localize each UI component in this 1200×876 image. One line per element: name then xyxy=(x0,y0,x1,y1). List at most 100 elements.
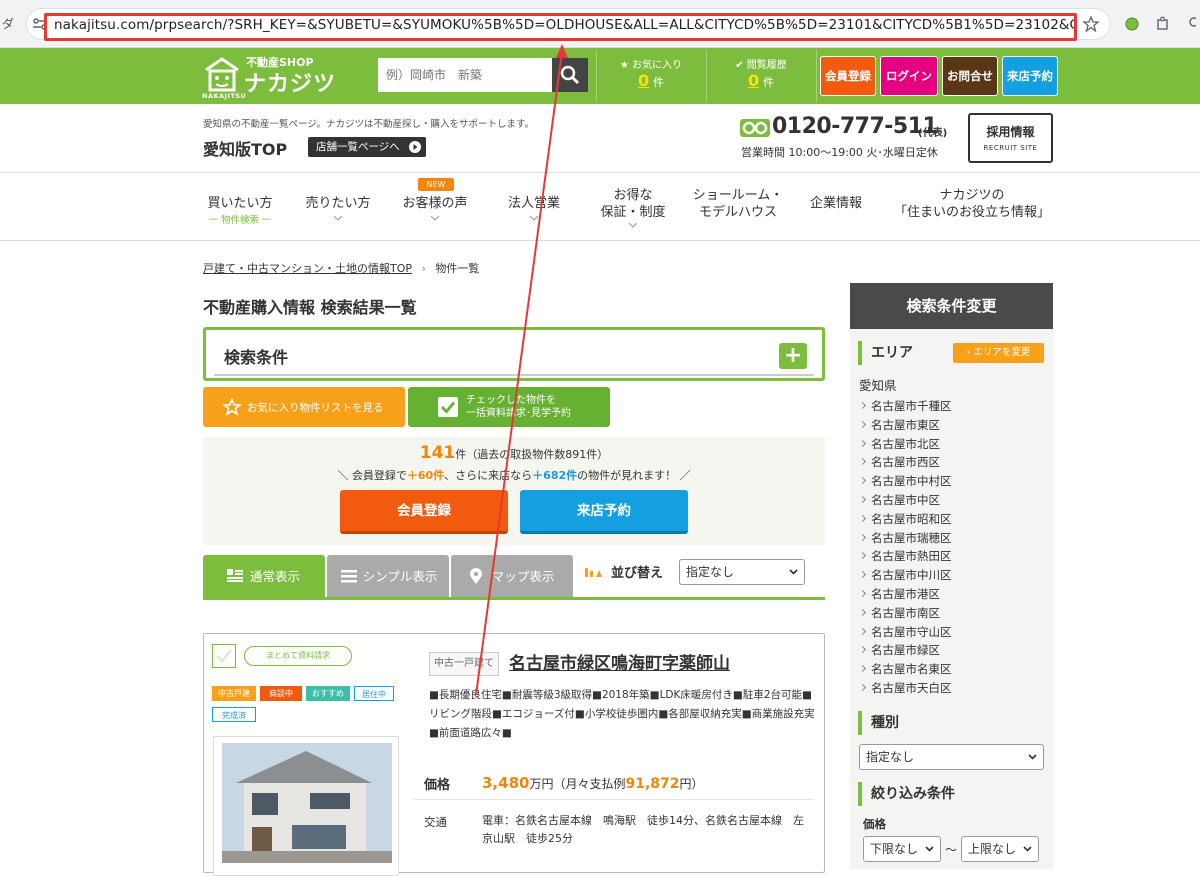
site-tagline: 愛知県の不動産一覧ページ。ナカジツは不動産探し・購入をサポートします。 xyxy=(203,119,535,130)
nav-sell[interactable]: 売りたい方 xyxy=(298,195,378,221)
city-item[interactable]: 名古屋市守山区 xyxy=(859,623,1049,642)
price-label: 価格 xyxy=(424,778,451,793)
type-select[interactable]: 指定なし xyxy=(859,744,1044,770)
nav-useful-info[interactable]: ナカジツの 「住まいのお役立ち情報」 xyxy=(884,187,1060,221)
area-change-button[interactable]: › エリアを変更 xyxy=(953,343,1044,363)
price-min-select[interactable]: 下限なし xyxy=(863,836,941,862)
city-item[interactable]: 名古屋市北区 xyxy=(859,435,1049,454)
checkbox-checked-icon xyxy=(438,397,458,417)
property-type-badge: 中古一戸建て xyxy=(429,652,499,676)
range-separator: 〜 xyxy=(945,843,958,857)
sort-select[interactable]: 指定なし xyxy=(679,559,805,585)
city-item[interactable]: 名古屋市中川区 xyxy=(859,566,1049,585)
nav-useful-info-label: ナカジツの xyxy=(939,188,1005,203)
url-text[interactable]: nakajitsu.com/prpsearch/?SRH_KEY=&SYUBET… xyxy=(54,17,1074,33)
monthly-pre: （月々支払例 xyxy=(553,777,626,791)
nav-buy[interactable]: 買いたい方 一 物件検索 一 xyxy=(200,195,280,229)
checkmark-icon xyxy=(216,649,232,663)
recruit-sub-label: RECRUIT SITE xyxy=(983,144,1038,152)
extension-icon[interactable] xyxy=(1125,17,1139,31)
expand-conditions-button[interactable]: + xyxy=(779,343,807,369)
city-item[interactable]: 名古屋市昭和区 xyxy=(859,510,1049,529)
logo-roman-text: NAKAJITSU xyxy=(202,92,247,100)
bulk-request-button[interactable]: チェックした物件を 一括資料請求･見学予約 xyxy=(408,387,610,427)
header-divider xyxy=(816,50,817,102)
search-button[interactable] xyxy=(552,58,588,92)
new-badge: NEW xyxy=(418,178,454,191)
header-register-button[interactable]: 会員登録 xyxy=(820,56,876,96)
extension-puzzle-icon[interactable] xyxy=(1155,16,1171,32)
tab-simple-view-label: シンプル表示 xyxy=(362,569,438,584)
result-count-unit: 件 xyxy=(455,448,467,461)
member-text-mid: 、さらに来店なら xyxy=(444,469,533,482)
tab-simple-view[interactable]: シンプル表示 xyxy=(327,555,449,598)
card-divider xyxy=(414,799,814,800)
member-text-post: の物件が見れます！ ／ xyxy=(577,469,691,482)
history-counter[interactable]: ✔ 閲覧履歴 0 件 xyxy=(706,54,816,98)
result-count-number: 141 xyxy=(419,443,456,463)
freedial-icon xyxy=(740,119,770,137)
header-login-button[interactable]: ログイン xyxy=(880,56,938,96)
nav-warranty[interactable]: お得な 保証・制度 xyxy=(592,187,674,228)
nav-warranty-label: お得な xyxy=(613,188,653,203)
breadcrumb-current: 物件一覧 xyxy=(435,262,480,275)
house-photo-image xyxy=(222,743,392,863)
tab-fragment: ダ xyxy=(2,17,15,31)
tag-used-house: 中古戸建 xyxy=(212,686,256,701)
nav-company[interactable]: 企業情報 xyxy=(800,195,872,212)
favorites-list-label: お気に入り物件リストを見る xyxy=(247,402,384,414)
city-list: 名古屋市千種区 名古屋市東区 名古屋市北区 名古屋市西区 名古屋市中村区 名古屋… xyxy=(859,397,1049,698)
member-plus-count: ＋60件 xyxy=(406,469,445,482)
price-max-select[interactable]: 上限なし xyxy=(961,836,1039,862)
breadcrumb-link[interactable]: 戸建て・中古マンション・土地の情報TOP xyxy=(203,262,412,275)
bookmark-star-icon[interactable] xyxy=(1083,16,1099,32)
batch-request-label: まとめて資料請求 xyxy=(244,646,352,666)
city-item[interactable]: 名古屋市天白区 xyxy=(859,679,1049,698)
recruit-button[interactable]: 採用情報 RECRUIT SITE xyxy=(968,113,1053,163)
city-item[interactable]: 名古屋市東区 xyxy=(859,416,1049,435)
property-checkbox[interactable] xyxy=(212,644,236,668)
nav-showroom[interactable]: ショールーム・ モデルハウス xyxy=(688,187,788,221)
property-title[interactable]: 名古屋市緑区鳴海町字薬師山 xyxy=(509,649,730,674)
header-visit-button[interactable]: 来店予約 xyxy=(1002,56,1058,96)
city-item[interactable]: 名古屋市中村区 xyxy=(859,472,1049,491)
city-item[interactable]: 名古屋市中区 xyxy=(859,491,1049,510)
city-item[interactable]: 名古屋市千種区 xyxy=(859,397,1049,416)
tag-negotiating: 商談中 xyxy=(260,686,302,701)
history-label: 閲覧履歴 xyxy=(746,60,787,71)
nav-corporate-sales-label: 法人営業 xyxy=(507,196,560,211)
profile-icon[interactable] xyxy=(1186,16,1196,32)
favorites-counter[interactable]: ★ お気に入り 0 件 xyxy=(596,54,706,98)
city-item[interactable]: 名古屋市緑区 xyxy=(859,641,1049,660)
search-icon xyxy=(560,65,580,85)
city-item[interactable]: 名古屋市西区 xyxy=(859,453,1049,472)
monthly-post: 円） xyxy=(679,777,704,791)
tag-recommended: おすすめ xyxy=(306,686,350,701)
property-photo[interactable] xyxy=(213,736,399,876)
nav-company-label: 企業情報 xyxy=(809,196,862,211)
chevron-down-icon xyxy=(530,216,538,221)
chevron-down-icon xyxy=(629,223,637,228)
sidebar-title: 検索条件変更 xyxy=(850,283,1053,329)
city-item[interactable]: 名古屋市名東区 xyxy=(859,660,1049,679)
visit-plus-count: ＋682件 xyxy=(532,469,578,482)
search-input[interactable] xyxy=(386,58,546,92)
register-button[interactable]: 会員登録 xyxy=(340,490,508,534)
tab-map-view[interactable]: マップ表示 xyxy=(451,555,573,598)
store-list-button[interactable]: 店舗一覧ページへ xyxy=(308,137,426,157)
bulk-request-line2: 一括資料請求･見学予約 xyxy=(466,408,571,419)
site-logo[interactable]: 不動産SHOP ナカジツ NAKAJITSU xyxy=(200,52,350,100)
nav-corporate-sales[interactable]: 法人営業 xyxy=(494,195,574,221)
favorites-list-button[interactable]: お気に入り物件リストを見る xyxy=(203,387,405,427)
header-contact-button[interactable]: お問合せ xyxy=(942,56,998,96)
nav-showroom-label2: モデルハウス xyxy=(698,205,777,220)
phone-number[interactable]: 0120-777-511 xyxy=(772,114,938,139)
nav-voice[interactable]: お客様の声 xyxy=(395,195,475,221)
tab-normal-view[interactable]: 通常表示 xyxy=(203,555,325,598)
city-item[interactable]: 名古屋市瑞穂区 xyxy=(859,529,1049,548)
nav-sell-label: 売りたい方 xyxy=(305,196,371,211)
visit-reservation-button[interactable]: 来店予約 xyxy=(520,490,688,534)
city-item[interactable]: 名古屋市港区 xyxy=(859,585,1049,604)
city-item[interactable]: 名古屋市南区 xyxy=(859,604,1049,623)
city-item[interactable]: 名古屋市熱田区 xyxy=(859,547,1049,566)
